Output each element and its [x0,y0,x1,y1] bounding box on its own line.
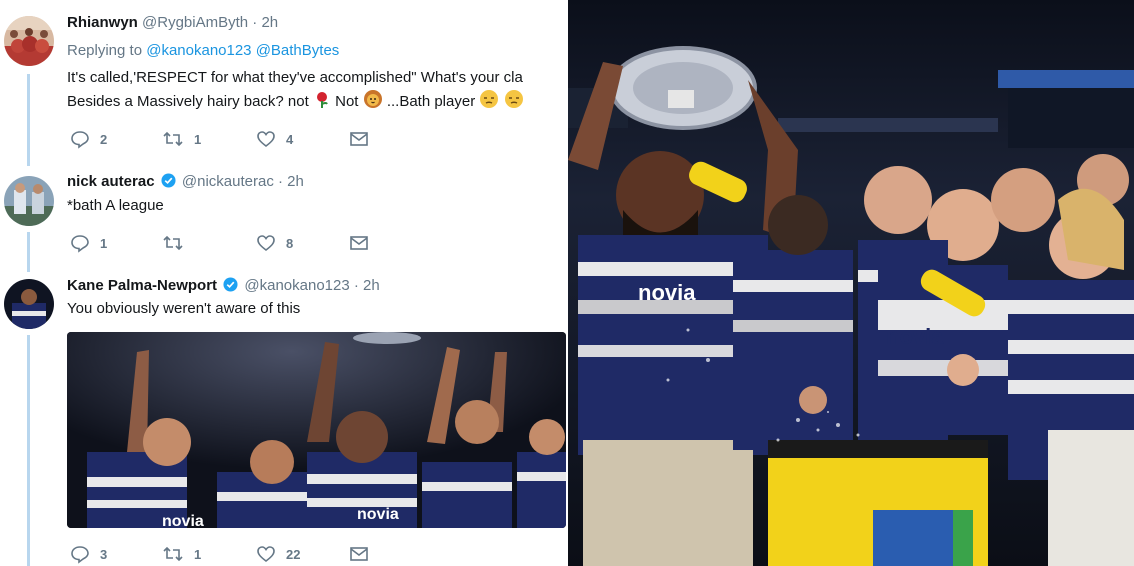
tweet-text-part-c: ...Bath player [386,93,476,110]
retweet-button[interactable]: 1 [162,544,201,564]
timestamp[interactable]: · 2h [354,277,380,294]
display-name[interactable]: Kane Palma-Newport [67,277,217,294]
avatar[interactable] [4,279,54,329]
like-icon [257,131,275,148]
retweet-icon [163,546,183,562]
user-handle[interactable]: @nickauterac [182,173,274,190]
tweet-header: Kane Palma-Newport @kanokano123 · 2h [67,277,380,296]
tweet-header: Rhianwyn @RygbiAmByth · 2h [67,14,278,31]
like-count: 22 [286,546,301,562]
avatar[interactable] [4,176,54,226]
tweet-media-photo[interactable]: novia novia [67,332,566,528]
tweet-text-line-1: It's called,'RESPECT for what they've ac… [67,69,523,86]
twitter-thread-panel: Rhianwyn @RygbiAmByth · 2h Replying to @… [0,0,566,566]
thread-line [27,232,30,272]
like-button[interactable]: 8 [256,233,293,253]
reply-count: 1 [100,235,108,251]
jersey-sponsor-text: novia [162,513,204,528]
retweet-icon [163,131,183,147]
reply-icon [71,546,89,564]
thread-line [27,74,30,166]
timestamp[interactable]: · 2h [278,173,304,190]
verified-icon [161,173,176,192]
reply-icon [71,235,89,253]
lion-emoji [363,89,383,116]
retweet-button[interactable] [162,233,194,253]
reply-icon [71,131,89,149]
replying-to-mentions[interactable]: @kanokano123 @BathBytes [146,42,339,59]
reply-count: 2 [100,131,108,147]
like-button[interactable]: 22 [256,544,300,564]
tweet-actions: 1 8 [70,233,370,253]
replying-to-label: Replying to [67,42,143,59]
like-count: 4 [286,131,294,147]
timestamp[interactable]: · 2h [252,14,278,31]
display-name[interactable]: Rhianwyn [67,14,138,31]
tweet-text-line-2: Besides a Massively hairy back? not Not … [67,89,524,116]
message-icon [350,547,368,561]
tweet-text-part-a: Besides a Massively hairy back? not [67,93,309,110]
user-handle[interactable]: @kanokano123 [244,277,349,294]
jersey-sponsor-text: novia [886,324,944,349]
like-icon [257,235,275,252]
celebration-photo: novia novia [568,0,1134,566]
tweet-actions: 2 1 4 [70,129,370,149]
like-button[interactable]: 4 [256,129,293,149]
tweet-header: nick auterac @nickauterac · 2h [67,173,304,192]
message-button[interactable] [349,129,369,149]
reply-button[interactable]: 2 [70,129,107,149]
avatar[interactable] [4,16,54,66]
retweet-count: 1 [194,546,202,562]
replying-to: Replying to @kanokano123 @BathBytes [67,42,339,59]
tweet-actions: 3 1 22 [70,544,370,564]
reply-button[interactable]: 3 [70,544,107,564]
user-handle[interactable]: @RygbiAmByth [142,14,248,31]
verified-icon [223,277,238,296]
tweet-rhianwyn[interactable]: Rhianwyn @RygbiAmByth · 2h Replying to @… [0,0,566,166]
tweet-nick-auterac[interactable]: nick auterac @nickauterac · 2h *bath A l… [0,166,566,272]
jersey-sponsor-text: novia [357,506,399,523]
tweet-text: You obviously weren't aware of this [67,300,301,317]
message-icon [350,236,368,250]
jersey-sponsor-text: novia [638,280,696,305]
like-icon [257,546,275,563]
thread-line [27,335,30,566]
unamused-emoji [479,89,499,116]
like-count: 8 [286,235,294,251]
rose-emoji [313,91,331,116]
reply-count: 3 [100,546,108,562]
tweet-text: *bath A league [67,197,164,214]
reply-button[interactable]: 1 [70,233,107,253]
message-button[interactable] [349,544,369,564]
retweet-icon [163,235,183,251]
retweet-count: 1 [194,131,202,147]
message-button[interactable] [349,233,369,253]
retweet-button[interactable]: 1 [162,129,201,149]
unamused-emoji [504,89,524,116]
tweet-text-part-b: Not [335,93,359,110]
display-name[interactable]: nick auterac [67,173,155,190]
message-icon [350,132,368,146]
